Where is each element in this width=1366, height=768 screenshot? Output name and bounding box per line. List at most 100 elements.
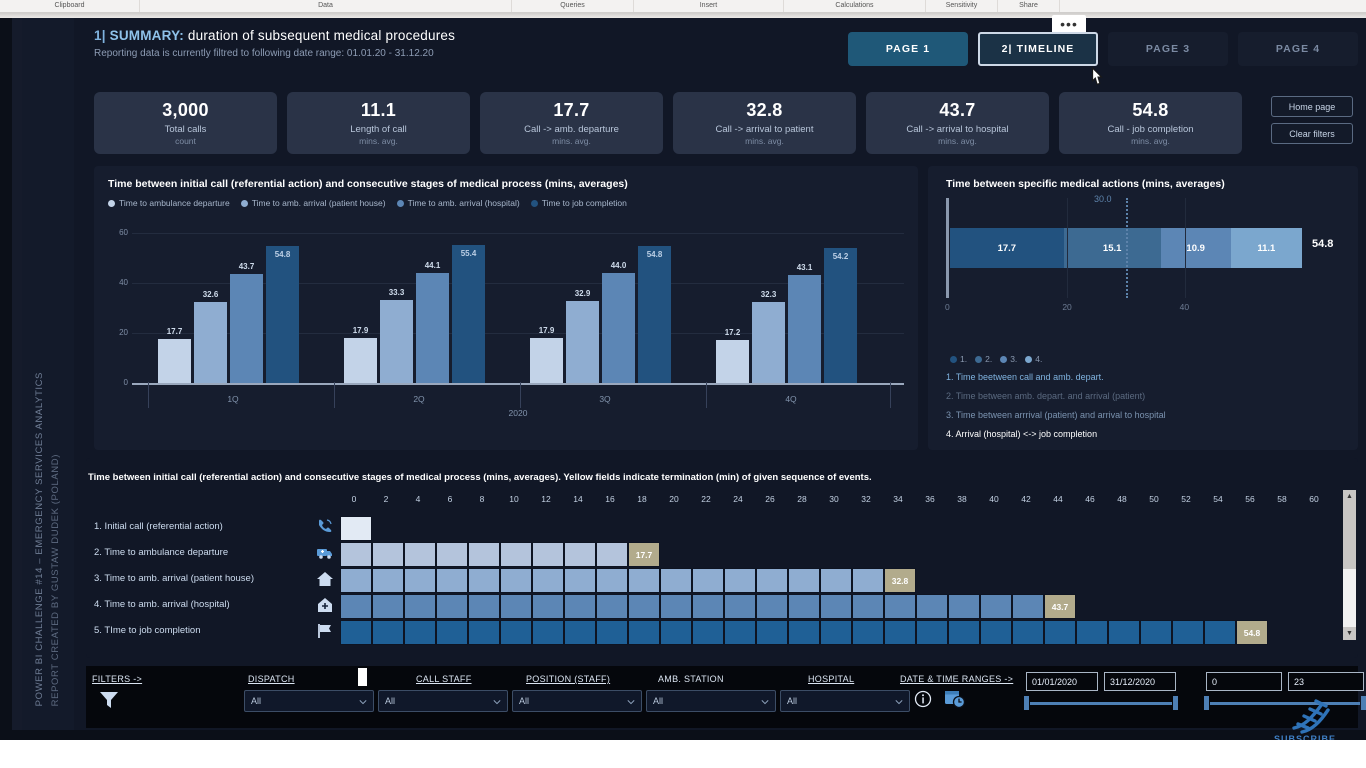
gantt-cell[interactable] bbox=[820, 620, 852, 645]
gantt-cell[interactable] bbox=[372, 594, 404, 619]
gantt-cell[interactable] bbox=[852, 568, 884, 593]
tab-timeline[interactable]: 2| TIMELINE bbox=[978, 32, 1098, 66]
gantt-cell[interactable] bbox=[724, 568, 756, 593]
gantt-cell[interactable] bbox=[500, 620, 532, 645]
gantt-cell[interactable] bbox=[404, 594, 436, 619]
gantt-termination-cell[interactable]: 54.8 bbox=[1236, 620, 1268, 645]
gantt-cell[interactable] bbox=[980, 594, 1012, 619]
gantt-cell[interactable] bbox=[564, 594, 596, 619]
gantt-cell[interactable] bbox=[404, 542, 436, 567]
tab-page-1[interactable]: PAGE 1 bbox=[848, 32, 968, 66]
kpi-card-amb-departure[interactable]: 17.7 Call -> amb. departure mins. avg. bbox=[480, 92, 663, 154]
gantt-cell[interactable] bbox=[564, 620, 596, 645]
gantt-cell[interactable] bbox=[500, 568, 532, 593]
bar-legend-item[interactable]: Time to job completion bbox=[531, 198, 627, 208]
bar[interactable]: 55.4 bbox=[452, 245, 485, 384]
filter-dropdown-position[interactable]: All bbox=[512, 690, 642, 712]
gantt-cell[interactable] bbox=[1044, 620, 1076, 645]
gantt-cell[interactable] bbox=[980, 620, 1012, 645]
gantt-cell[interactable] bbox=[692, 620, 724, 645]
gantt-cell[interactable] bbox=[628, 594, 660, 619]
gantt-cell[interactable] bbox=[724, 620, 756, 645]
gantt-cell[interactable] bbox=[532, 594, 564, 619]
home-page-button[interactable]: Home page bbox=[1271, 96, 1353, 117]
bar[interactable]: 54.8 bbox=[266, 246, 299, 383]
date-range-slider[interactable] bbox=[1024, 696, 1178, 710]
gantt-cell[interactable] bbox=[948, 620, 980, 645]
gantt-cell[interactable] bbox=[372, 568, 404, 593]
ribbon-group-share[interactable]: Share bbox=[998, 0, 1060, 12]
gantt-cell[interactable] bbox=[1140, 620, 1172, 645]
gantt-cell[interactable] bbox=[372, 620, 404, 645]
tab-page-4[interactable]: PAGE 4 bbox=[1238, 32, 1358, 66]
ribbon-group-queries[interactable]: Queries bbox=[512, 0, 634, 12]
gantt-termination-cell[interactable]: 17.7 bbox=[628, 542, 660, 567]
gantt-cell[interactable] bbox=[852, 620, 884, 645]
scroll-down-arrow[interactable]: ▼ bbox=[1343, 627, 1356, 640]
gantt-cell[interactable] bbox=[628, 568, 660, 593]
ribbon-group-sensitivity[interactable]: Sensitivity bbox=[926, 0, 998, 12]
gantt-cell[interactable] bbox=[468, 568, 500, 593]
stacked-legend-dot-item[interactable]: 4. bbox=[1025, 354, 1042, 364]
stack-segment[interactable]: 11.1 bbox=[1231, 228, 1302, 268]
gantt-cell[interactable] bbox=[372, 542, 404, 567]
bar[interactable]: 17.9 bbox=[344, 338, 377, 383]
gantt-cell[interactable] bbox=[788, 620, 820, 645]
gantt-cell[interactable] bbox=[596, 542, 628, 567]
gantt-cell[interactable] bbox=[532, 542, 564, 567]
gantt-cell[interactable] bbox=[532, 620, 564, 645]
stacked-legend-dot-item[interactable]: 3. bbox=[1000, 354, 1017, 364]
gantt-cell[interactable] bbox=[340, 620, 372, 645]
gantt-cell[interactable] bbox=[1076, 620, 1108, 645]
gantt-cell[interactable] bbox=[884, 594, 916, 619]
date-from-input[interactable]: 01/01/2020 bbox=[1026, 672, 1098, 691]
slider-handle-right[interactable] bbox=[1173, 696, 1178, 710]
gantt-cell[interactable] bbox=[404, 568, 436, 593]
bar[interactable]: 17.7 bbox=[158, 339, 191, 383]
gantt-cell[interactable] bbox=[1012, 620, 1044, 645]
gantt-cell[interactable] bbox=[436, 620, 468, 645]
gantt-cell[interactable] bbox=[596, 594, 628, 619]
gantt-cell[interactable] bbox=[340, 594, 372, 619]
gantt-cell[interactable] bbox=[660, 568, 692, 593]
filter-dropdown-hospital[interactable]: All bbox=[780, 690, 910, 712]
scroll-up-arrow[interactable]: ▲ bbox=[1343, 490, 1356, 503]
gantt-cell[interactable] bbox=[884, 620, 916, 645]
kpi-card-length-of-call[interactable]: 11.1 Length of call mins. avg. bbox=[287, 92, 470, 154]
gantt-cell[interactable] bbox=[564, 542, 596, 567]
bar-legend-item[interactable]: Time to ambulance departure bbox=[108, 198, 230, 208]
bar[interactable]: 32.6 bbox=[194, 302, 227, 384]
bar[interactable]: 54.8 bbox=[638, 246, 671, 383]
stack-segment[interactable]: 10.9 bbox=[1161, 228, 1231, 268]
gantt-cell[interactable] bbox=[788, 568, 820, 593]
bar[interactable]: 54.2 bbox=[824, 248, 857, 384]
gantt-cell[interactable] bbox=[916, 620, 948, 645]
kpi-card-arrival-patient[interactable]: 32.8 Call -> arrival to patient mins. av… bbox=[673, 92, 856, 154]
bar[interactable]: 17.9 bbox=[530, 338, 563, 383]
bar[interactable]: 33.3 bbox=[380, 300, 413, 383]
stacked-legend-dot-item[interactable]: 2. bbox=[975, 354, 992, 364]
stacked-legend-dot-item[interactable]: 1. bbox=[950, 354, 967, 364]
slider-handle-left[interactable] bbox=[1204, 696, 1209, 710]
gantt-cell[interactable] bbox=[852, 594, 884, 619]
gantt-cell[interactable] bbox=[436, 568, 468, 593]
gantt-cell[interactable] bbox=[436, 542, 468, 567]
info-icon[interactable] bbox=[914, 690, 932, 708]
slider-handle-right[interactable] bbox=[1361, 696, 1366, 710]
gantt-cell[interactable] bbox=[500, 542, 532, 567]
gantt-cell[interactable] bbox=[660, 594, 692, 619]
gantt-cell[interactable] bbox=[692, 568, 724, 593]
stack-segment[interactable]: 17.7 bbox=[950, 228, 1064, 268]
ribbon-group-data[interactable]: Data bbox=[140, 0, 512, 12]
hour-from-input[interactable]: 0 bbox=[1206, 672, 1282, 691]
gantt-cell[interactable] bbox=[404, 620, 436, 645]
bar-legend-item[interactable]: Time to amb. arrival (hospital) bbox=[397, 198, 520, 208]
gantt-cell[interactable] bbox=[564, 568, 596, 593]
gantt-cell[interactable] bbox=[724, 594, 756, 619]
gantt-cell[interactable] bbox=[596, 620, 628, 645]
date-to-input[interactable]: 31/12/2020 bbox=[1104, 672, 1176, 691]
kpi-card-arrival-hospital[interactable]: 43.7 Call -> arrival to hospital mins. a… bbox=[866, 92, 1049, 154]
gantt-cell[interactable] bbox=[692, 594, 724, 619]
gantt-cell[interactable] bbox=[756, 620, 788, 645]
gantt-cell[interactable] bbox=[1172, 620, 1204, 645]
